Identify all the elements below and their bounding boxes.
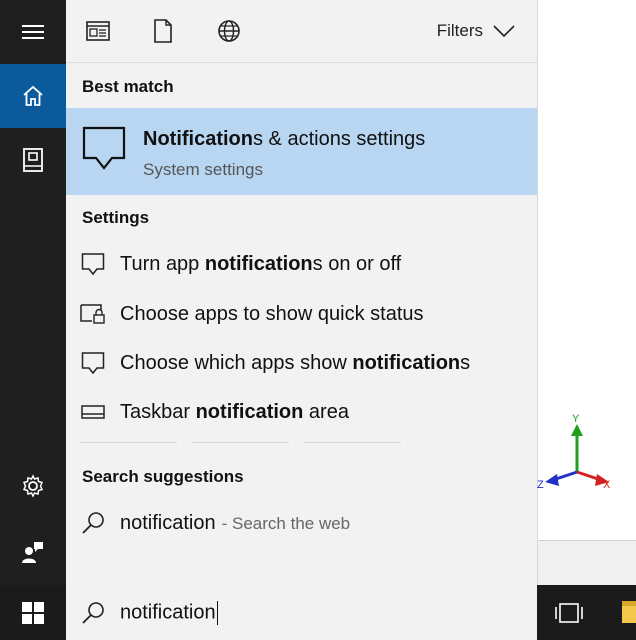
axis-label-z: Z	[537, 479, 544, 491]
hamburger-menu-button[interactable]	[0, 0, 66, 64]
notebook-button[interactable]	[0, 128, 66, 192]
task-view-button[interactable]	[548, 597, 590, 629]
suggestion-label: notification - Search the web	[120, 511, 351, 534]
best-match-result[interactable]: Notifications & actions settings System …	[66, 108, 537, 195]
result-label: Turn app notifications on or off	[120, 252, 402, 275]
lock-screen-icon	[66, 303, 120, 325]
windows-logo-icon	[22, 601, 44, 624]
hamburger-icon	[22, 25, 44, 39]
home-button[interactable]	[0, 64, 66, 128]
result-quick-status[interactable]: Choose apps to show quick status	[66, 292, 537, 336]
result-label: Choose apps to show quick status	[120, 302, 424, 325]
file-explorer-icon[interactable]	[622, 599, 636, 625]
taskbar-icon	[66, 405, 120, 419]
search-icon	[66, 511, 120, 535]
task-view-icon	[555, 603, 583, 623]
result-label: Taskbar notification area	[120, 400, 349, 423]
search-suggestions-header: Search suggestions	[82, 467, 244, 486]
apps-filter-icon	[86, 21, 110, 41]
start-rail	[0, 0, 66, 585]
settings-button[interactable]	[0, 454, 66, 518]
documents-filter-button[interactable]	[148, 16, 178, 46]
filters-dropdown[interactable]: Filters	[437, 18, 515, 44]
result-turn-app-notifications[interactable]: Turn app notifications on or off	[66, 242, 537, 286]
divider	[80, 442, 177, 443]
search-input[interactable]: notification	[120, 600, 218, 625]
best-match-subtitle: System settings	[143, 160, 263, 179]
divider	[304, 442, 401, 443]
apps-filter-button[interactable]	[83, 16, 113, 46]
feedback-person-icon	[22, 542, 43, 563]
axis-label-x: X	[603, 479, 611, 491]
gear-icon	[22, 474, 44, 498]
start-button[interactable]	[0, 585, 66, 640]
settings-header: Settings	[82, 208, 150, 227]
result-taskbar-notification-area[interactable]: Taskbar notification area	[66, 390, 537, 434]
speech-bubble-icon	[66, 351, 120, 375]
chevron-down-icon	[493, 25, 515, 37]
web-filter-button[interactable]	[214, 16, 244, 46]
feedback-button[interactable]	[0, 520, 66, 584]
document-icon	[154, 19, 172, 43]
result-label: Choose which apps show notifications	[120, 351, 471, 374]
screen: Y X Z Filters Best match Notifications &…	[0, 0, 636, 640]
search-panel: Filters Best match Notifications & actio…	[66, 0, 537, 585]
search-icon	[66, 601, 120, 625]
speech-bubble-icon	[66, 252, 120, 276]
axis-label-y: Y	[572, 413, 580, 425]
speech-bubble-icon	[82, 126, 126, 175]
best-match-title: Notifications & actions settings	[143, 128, 426, 150]
web-suggestion[interactable]: notification - Search the web	[66, 501, 537, 545]
axis-gizmo: Y X Z	[537, 413, 611, 491]
home-icon	[23, 85, 43, 106]
desktop-lower-pane	[538, 540, 636, 585]
filters-label: Filters	[436, 21, 483, 40]
globe-icon	[218, 20, 240, 42]
best-match-header: Best match	[82, 77, 174, 96]
filter-bar: Filters	[66, 0, 537, 63]
result-which-apps-show-notifications[interactable]: Choose which apps show notifications	[66, 341, 537, 385]
divider	[192, 442, 289, 443]
taskbar: notification	[0, 585, 636, 640]
taskbar-search-box[interactable]: notification	[66, 585, 537, 640]
notebook-icon	[23, 148, 43, 172]
